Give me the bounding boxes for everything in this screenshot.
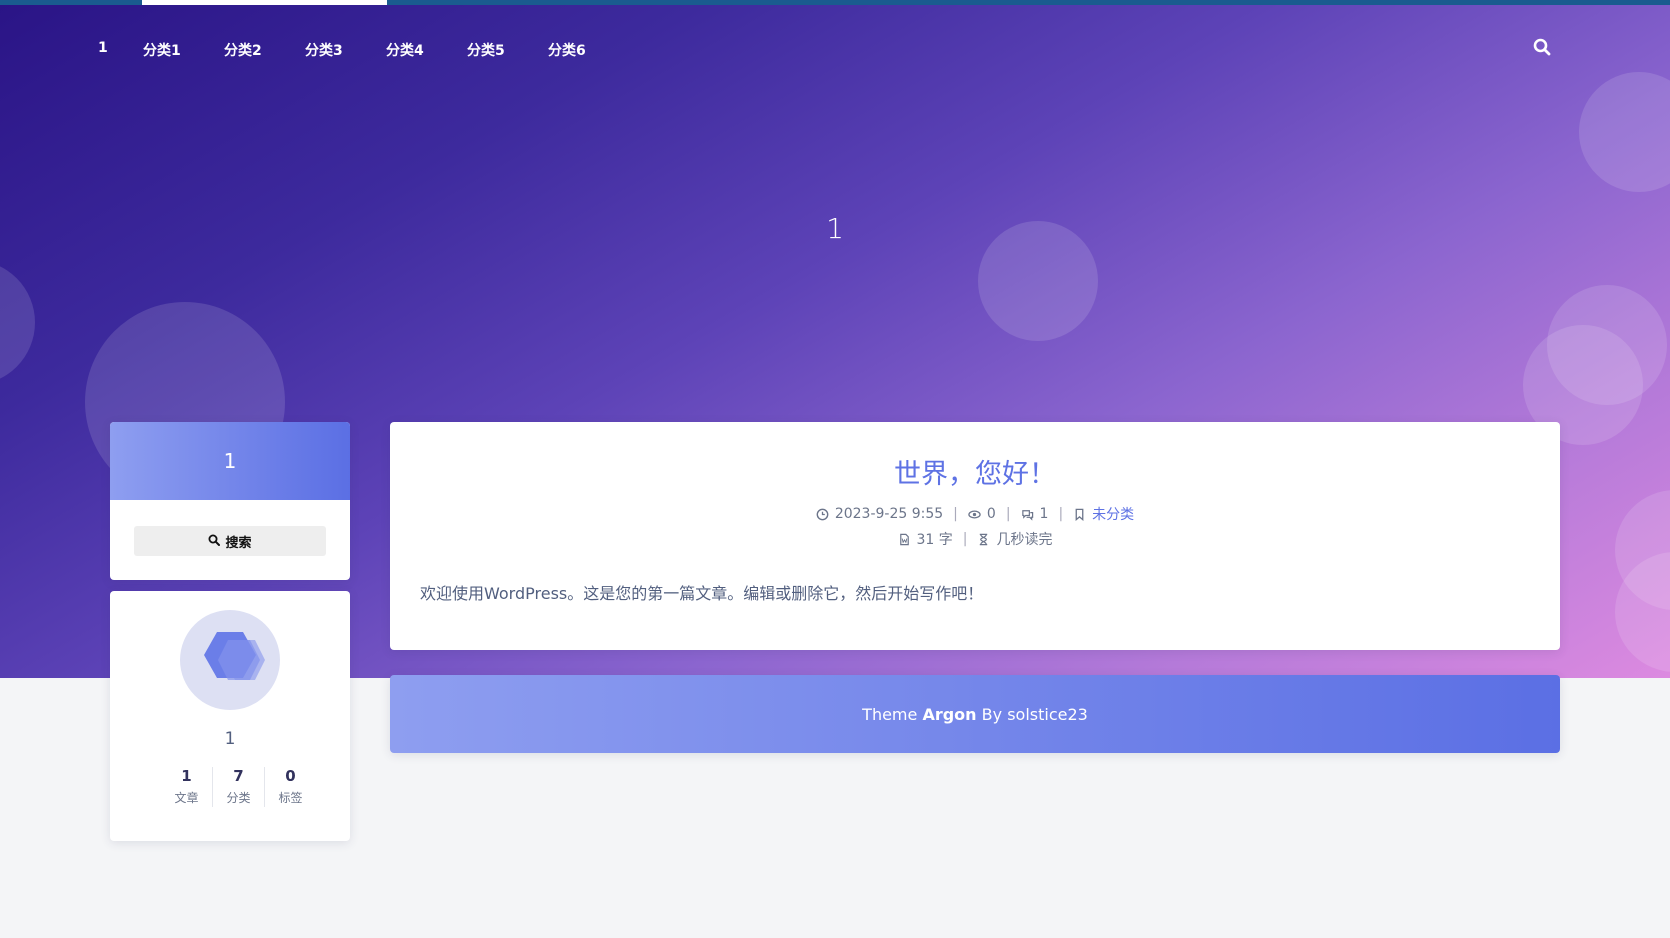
banner-title: 1 xyxy=(826,212,844,245)
nav-item-category6[interactable]: 分类6 xyxy=(548,40,629,60)
search-icon xyxy=(208,534,221,549)
meta-divider: | xyxy=(1058,506,1064,522)
clock-icon xyxy=(816,506,829,522)
nav-item-category4[interactable]: 分类4 xyxy=(386,40,467,60)
site-footer: Theme Argon By solstice23 xyxy=(390,675,1560,753)
loading-progress xyxy=(142,0,387,5)
stat-tags[interactable]: 0 标签 xyxy=(265,767,316,807)
word-file-icon xyxy=(898,531,911,547)
sidebar-title: 1 xyxy=(110,422,350,500)
post-meta: 2023-9-25 9:55 | 0 | 1 | 未分类 xyxy=(390,504,1560,524)
meta-divider: | xyxy=(1005,506,1011,522)
post-card: 世界，您好！ 2023-9-25 9:55 | 0 | 1 | 未分类 31 字… xyxy=(390,422,1560,650)
post-word-count: 31 字 xyxy=(916,532,953,548)
bookmark-icon xyxy=(1073,506,1086,522)
stat-categories[interactable]: 7 分类 xyxy=(213,767,265,807)
search-button-label: 搜索 xyxy=(225,534,252,550)
post-comments: 1 xyxy=(1039,506,1049,522)
meta-divider: | xyxy=(962,531,968,547)
post-category-link[interactable]: 未分类 xyxy=(1092,504,1134,524)
nav-item-category2[interactable]: 分类2 xyxy=(224,40,305,60)
profile-stats: 1 文章 7 分类 0 标签 xyxy=(161,767,316,807)
nav-menu: 分类1 分类2 分类3 分类4 分类5 分类6 xyxy=(143,40,629,60)
stat-label: 标签 xyxy=(278,791,303,805)
nav-item-category3[interactable]: 分类3 xyxy=(305,40,386,60)
footer-prefix: Theme xyxy=(862,704,918,724)
post-date: 2023-9-25 9:55 xyxy=(834,506,944,522)
loading-bar xyxy=(0,0,1670,5)
footer-author[interactable]: By solstice23 xyxy=(982,705,1088,724)
search-icon[interactable] xyxy=(1533,38,1555,60)
post-excerpt: 欢迎使用WordPress。这是您的第一篇文章。编辑或删除它，然后开始写作吧！ xyxy=(420,584,984,603)
hourglass-icon xyxy=(977,531,990,547)
stat-value: 0 xyxy=(285,767,296,785)
stat-label: 分类 xyxy=(226,791,251,805)
post-views: 0 xyxy=(986,506,996,522)
decor-circle xyxy=(0,260,35,385)
sidebar-search-button[interactable]: 搜索 xyxy=(134,526,326,556)
profile-card: 1 1 文章 7 分类 0 标签 xyxy=(110,591,350,841)
hexagon-logo-icon xyxy=(204,632,265,680)
meta-divider: | xyxy=(953,506,958,522)
nav-item-category1[interactable]: 分类1 xyxy=(143,40,224,60)
post-read-time: 几秒读完 xyxy=(996,532,1053,548)
comments-icon xyxy=(1021,506,1034,522)
footer-theme-link[interactable]: Argon xyxy=(922,705,976,724)
sidebar-header-card: 1 搜索 xyxy=(110,422,350,580)
stat-posts[interactable]: 1 文章 xyxy=(161,767,213,807)
navbar: 1 分类1 分类2 分类3 分类4 分类5 分类6 xyxy=(0,0,1670,96)
stat-label: 文章 xyxy=(174,791,199,805)
post-title[interactable]: 世界，您好！ xyxy=(390,452,1560,491)
post-meta-secondary: 31 字 | 几秒读完 xyxy=(390,529,1560,549)
stat-value: 7 xyxy=(233,767,244,785)
nav-item-category5[interactable]: 分类5 xyxy=(467,40,548,60)
eye-icon xyxy=(968,506,981,522)
profile-name: 1 xyxy=(224,729,236,749)
stat-value: 1 xyxy=(181,767,192,785)
site-brand[interactable]: 1 xyxy=(98,40,108,56)
avatar xyxy=(180,610,280,710)
